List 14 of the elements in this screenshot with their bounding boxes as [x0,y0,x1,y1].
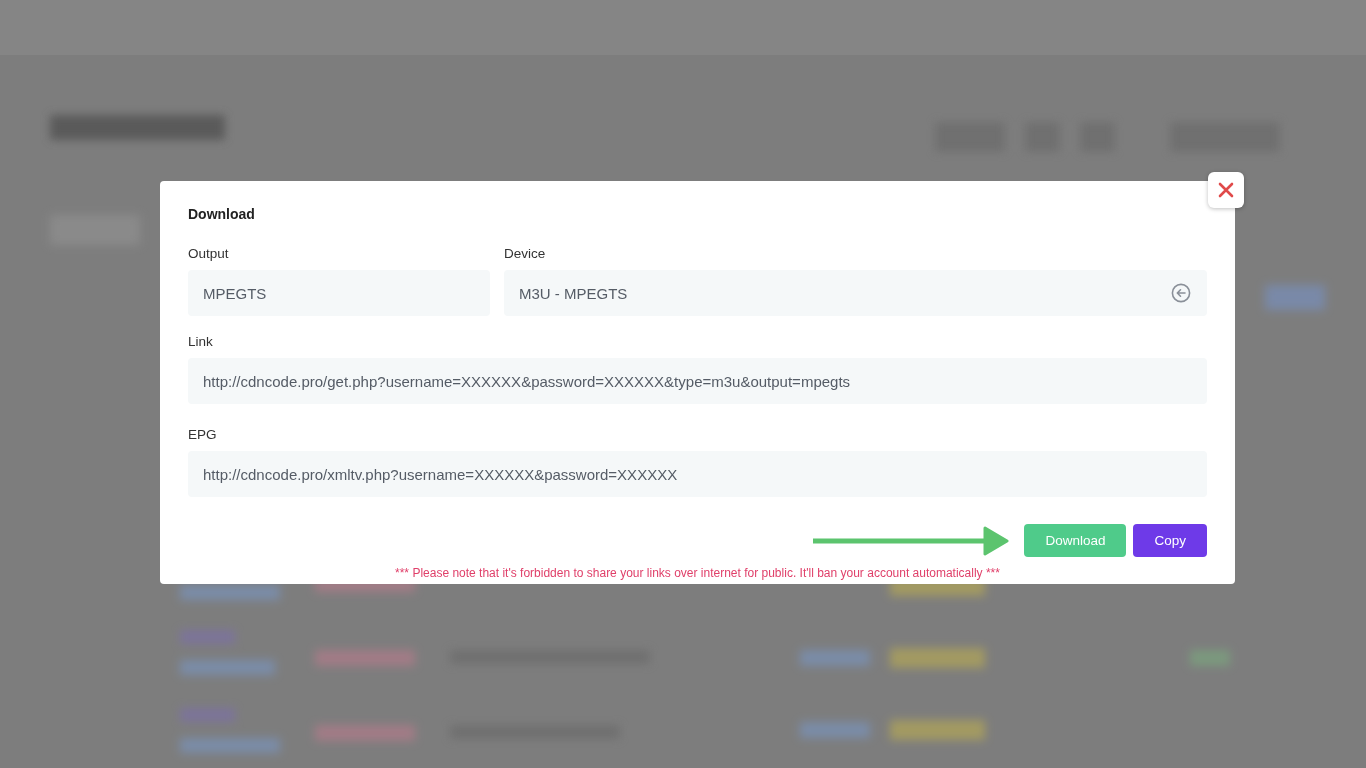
warning-notice: *** Please note that it's forbidden to share your links over internet for public. It'll ban your account automatically *** [394,566,1001,580]
dialog-title: Download [188,206,255,222]
close-icon [1218,182,1234,198]
copy-button[interactable]: Copy [1133,524,1207,557]
epg-field[interactable]: http://cdncode.pro/xmltv.php?username=XXXXXX&password=XXXXXX [188,451,1207,497]
field-label: Link [188,334,213,349]
device-select[interactable]: M3U - MPEGTS [504,270,1207,316]
output-field[interactable]: MPEGTS [188,270,490,316]
field-label: EPG [188,427,217,442]
link-field[interactable]: http://cdncode.pro/get.php?username=XXXXXX&password=XXXXXX&type=m3u&output=mpegts [188,358,1207,404]
field-label: Device [504,246,546,261]
field-label: Output [188,246,229,261]
close-button[interactable] [1208,172,1244,208]
arrow-left-circle-icon [1171,283,1191,303]
